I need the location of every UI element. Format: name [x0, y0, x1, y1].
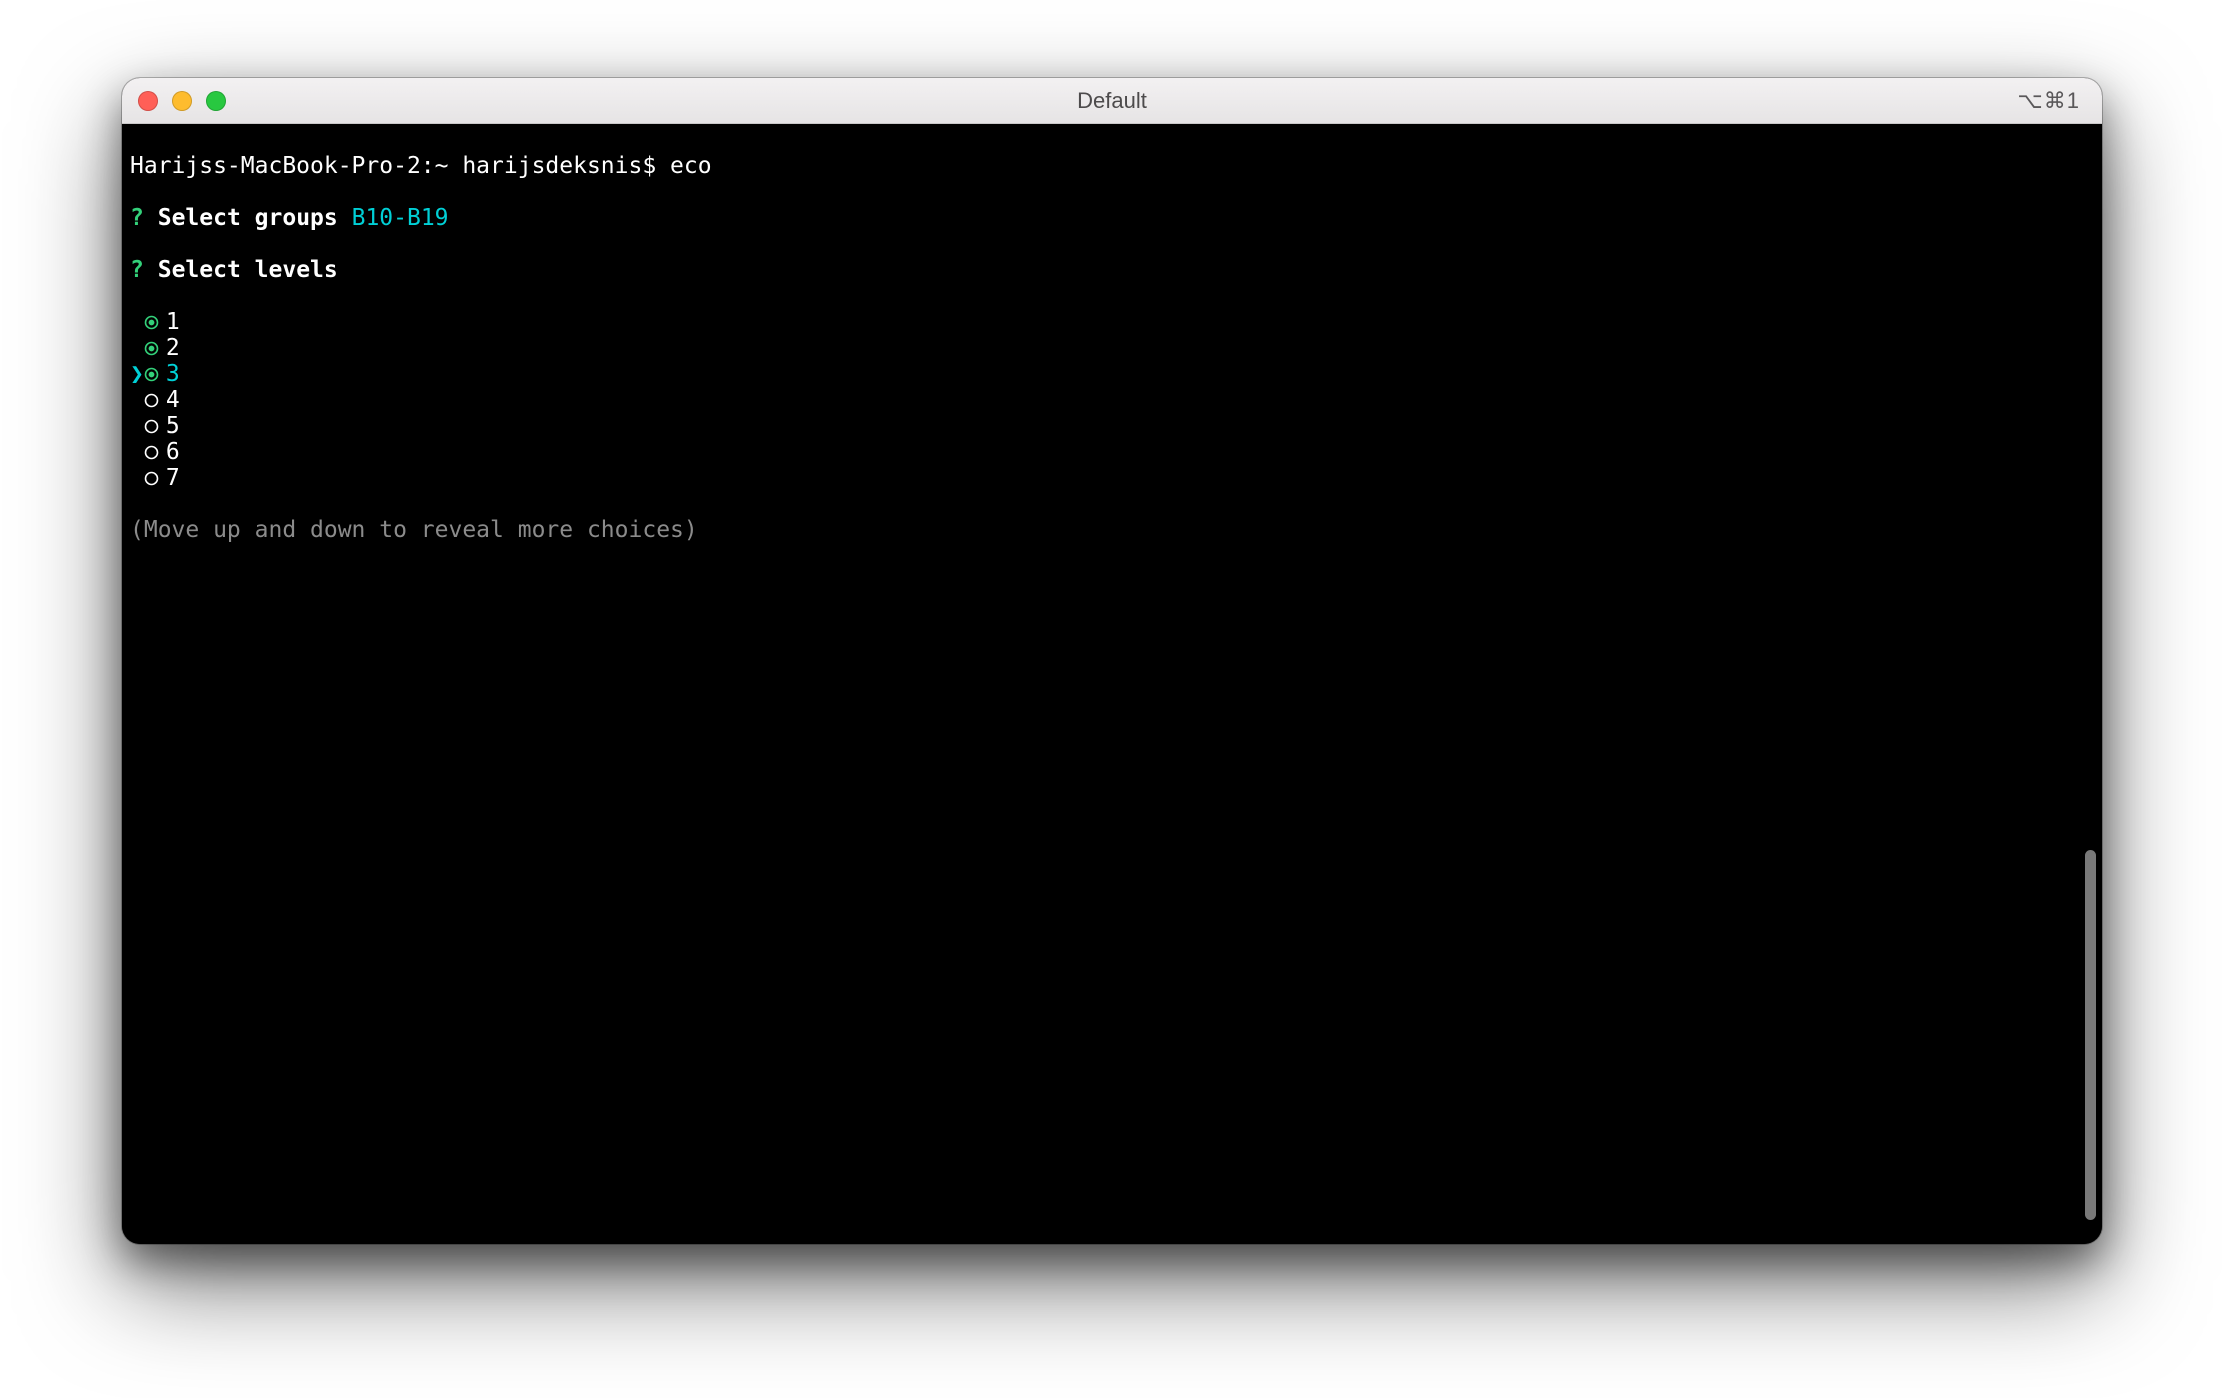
hint-text: (Move up and down to reveal more choices…: [130, 517, 2094, 543]
radio-unselected-icon[interactable]: [144, 439, 166, 465]
select-groups-label: Select groups: [158, 205, 338, 231]
list-item[interactable]: 5: [130, 413, 2094, 439]
window-controls: [138, 78, 226, 123]
close-icon[interactable]: [138, 91, 158, 111]
list-item[interactable]: ❯3: [130, 361, 2094, 387]
window-title: Default: [1077, 88, 1147, 114]
scrollbar-thumb[interactable]: [2085, 850, 2096, 1220]
radio-selected-icon[interactable]: [144, 361, 166, 387]
window-shortcut: ⌥⌘1: [2017, 78, 2080, 123]
list-item[interactable]: 6: [130, 439, 2094, 465]
radio-unselected-icon[interactable]: [144, 465, 166, 491]
cursor-indicator: ❯: [130, 361, 144, 387]
scrollbar-track[interactable]: [2082, 124, 2100, 1236]
cursor-indicator: [130, 335, 144, 361]
choice-label: 6: [166, 439, 180, 465]
select-groups-answer: B10-B19: [352, 205, 449, 231]
choice-label: 1: [166, 309, 180, 335]
cursor-indicator: [130, 465, 144, 491]
choice-label: 2: [166, 335, 180, 361]
select-levels-line: ? Select levels: [130, 257, 2094, 283]
choice-label: 3: [166, 361, 180, 387]
radio-unselected-icon[interactable]: [144, 387, 166, 413]
list-item[interactable]: 1: [130, 309, 2094, 335]
radio-selected-icon[interactable]: [144, 335, 166, 361]
select-groups-line: ? Select groups B10-B19: [130, 205, 2094, 231]
choice-label: 7: [166, 465, 180, 491]
select-levels-label: Select levels: [158, 257, 338, 283]
choice-label: 4: [166, 387, 180, 413]
list-item[interactable]: 2: [130, 335, 2094, 361]
cursor-indicator: [130, 309, 144, 335]
cursor-indicator: [130, 387, 144, 413]
question-mark-icon: ?: [130, 205, 144, 231]
cursor-indicator: [130, 439, 144, 465]
terminal-content: Harijss-MacBook-Pro-2:~ harijsdeksnis$ e…: [122, 124, 2102, 603]
prompt-line: Harijss-MacBook-Pro-2:~ harijsdeksnis$ e…: [130, 153, 2094, 179]
cursor-indicator: [130, 413, 144, 439]
terminal-viewport[interactable]: Harijss-MacBook-Pro-2:~ harijsdeksnis$ e…: [122, 124, 2102, 1244]
radio-selected-icon[interactable]: [144, 309, 166, 335]
maximize-icon[interactable]: [206, 91, 226, 111]
radio-unselected-icon[interactable]: [144, 413, 166, 439]
typed-command: eco: [670, 153, 712, 179]
list-item[interactable]: 4: [130, 387, 2094, 413]
window-titlebar[interactable]: Default ⌥⌘1: [122, 78, 2102, 124]
list-item[interactable]: 7: [130, 465, 2094, 491]
terminal-window: Default ⌥⌘1 Harijss-MacBook-Pro-2:~ hari…: [122, 78, 2102, 1244]
question-mark-icon: ?: [130, 257, 144, 283]
choice-label: 5: [166, 413, 180, 439]
shell-prompt: Harijss-MacBook-Pro-2:~ harijsdeksnis$: [130, 153, 670, 179]
minimize-icon[interactable]: [172, 91, 192, 111]
